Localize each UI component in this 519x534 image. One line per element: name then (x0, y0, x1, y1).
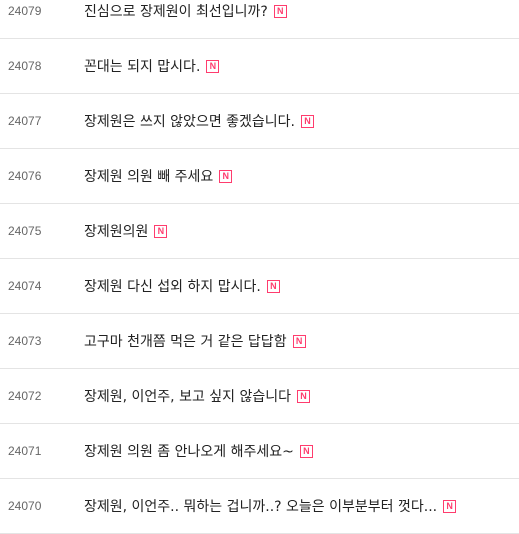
post-title-wrap: 고구마 천개쯤 먹은 거 같은 답답함 N (84, 314, 515, 368)
post-row[interactable]: 24071 장제원 의원 좀 안나오게 해주세요~ N (0, 424, 519, 479)
post-number: 24077 (8, 114, 42, 128)
post-title-wrap: 장제원 의원 빼 주세요 N (84, 149, 515, 203)
post-row[interactable]: 24070 장제원, 이언주.. 뭐하는 겁니까..? 오늘은 이부분부터 껏다… (0, 479, 519, 534)
post-title-link[interactable]: 장제원은 쓰지 않았으면 좋겠습니다. (84, 111, 295, 131)
post-number: 24073 (8, 334, 42, 348)
post-title-wrap: 장제원 다신 섭외 하지 맙시다. N (84, 259, 515, 313)
new-badge-icon: N (266, 279, 280, 293)
post-title-link[interactable]: 장제원의원 (84, 221, 148, 241)
new-badge-icon: N (154, 224, 168, 238)
post-title-wrap: 진심으로 장제원이 최선입니까? N (84, 0, 515, 38)
post-number: 24076 (8, 169, 42, 183)
post-title-link[interactable]: 진심으로 장제원이 최선입니까? (84, 1, 268, 21)
new-badge-icon: N (292, 334, 306, 348)
post-title-wrap: 장제원, 이언주.. 뭐하는 겁니까..? 오늘은 이부분부터 껏다... N (84, 479, 515, 533)
post-title-wrap: 장제원은 쓰지 않았으면 좋겠습니다. N (84, 94, 515, 148)
new-badge-icon: N (443, 499, 457, 513)
post-title-link[interactable]: 고구마 천개쯤 먹은 거 같은 답답함 (84, 331, 287, 351)
new-badge-icon: N (299, 444, 313, 458)
post-title-link[interactable]: 장제원 의원 좀 안나오게 해주세요~ (84, 441, 294, 461)
post-number: 24074 (8, 279, 42, 293)
post-title-link[interactable]: 장제원, 이언주, 보고 싶지 않습니다 (84, 386, 291, 406)
post-title-link[interactable]: 장제원 다신 섭외 하지 맙시다. (84, 276, 261, 296)
post-row[interactable]: 24072 장제원, 이언주, 보고 싶지 않습니다 N (0, 369, 519, 424)
post-number: 24075 (8, 224, 42, 238)
post-title-wrap: 꼰대는 되지 맙시다. N (84, 39, 515, 93)
new-badge-icon: N (206, 59, 220, 73)
post-row[interactable]: 24073 고구마 천개쯤 먹은 거 같은 답답함 N (0, 314, 519, 369)
post-row[interactable]: 24074 장제원 다신 섭외 하지 맙시다. N (0, 259, 519, 314)
post-number: 24071 (8, 444, 42, 458)
post-row[interactable]: 24075 장제원의원 N (0, 204, 519, 259)
post-title-link[interactable]: 장제원, 이언주.. 뭐하는 겁니까..? 오늘은 이부분부터 껏다... (84, 496, 437, 516)
new-badge-icon: N (273, 4, 287, 18)
post-title-wrap: 장제원의원 N (84, 204, 515, 258)
post-title-wrap: 장제원, 이언주, 보고 싶지 않습니다 N (84, 369, 515, 423)
post-title-wrap: 장제원 의원 좀 안나오게 해주세요~ N (84, 424, 515, 478)
post-title-link[interactable]: 장제원 의원 빼 주세요 (84, 166, 213, 186)
post-row[interactable]: 24077 장제원은 쓰지 않았으면 좋겠습니다. N (0, 94, 519, 149)
post-row[interactable]: 24076 장제원 의원 빼 주세요 N (0, 149, 519, 204)
post-title-link[interactable]: 꼰대는 되지 맙시다. (84, 56, 200, 76)
post-number: 24078 (8, 59, 42, 73)
new-badge-icon: N (301, 114, 314, 128)
post-number: 24079 (8, 4, 42, 18)
post-list: 24079 진심으로 장제원이 최선입니까? N 24078 꼰대는 되지 맙시… (0, 0, 519, 534)
new-badge-icon: N (297, 389, 311, 403)
post-number: 24072 (8, 389, 42, 403)
post-number: 24070 (8, 499, 42, 513)
new-badge-icon: N (219, 169, 233, 183)
post-row[interactable]: 24078 꼰대는 되지 맙시다. N (0, 39, 519, 94)
post-row[interactable]: 24079 진심으로 장제원이 최선입니까? N (0, 0, 519, 39)
